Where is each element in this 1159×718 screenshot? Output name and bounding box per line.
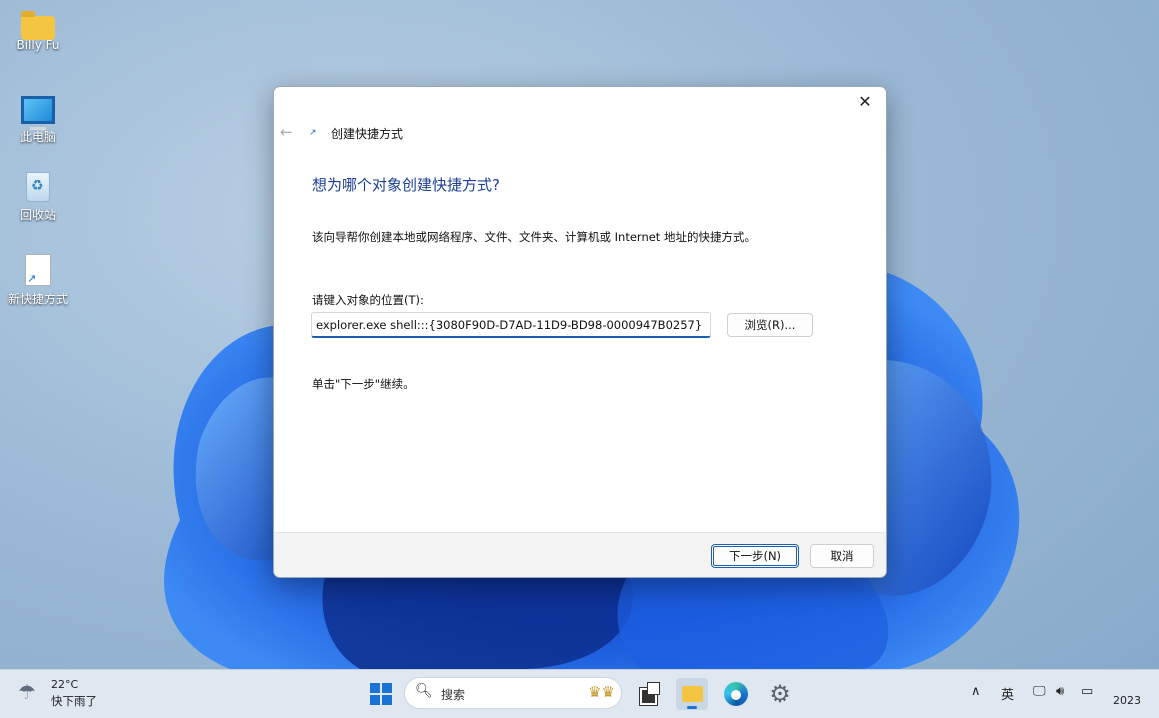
- windows-start-icon[interactable]: [365, 678, 397, 710]
- taskbar-search-box[interactable]: 🔍︎ 搜索 ♛♛: [404, 677, 622, 709]
- computer-icon: [21, 96, 55, 130]
- weather-temperature: 22°C: [51, 678, 79, 691]
- desktop-icon-user-folder[interactable]: Billy Fu: [0, 10, 76, 52]
- desktop-icon-new-shortcut[interactable]: 新快捷方式: [0, 254, 76, 307]
- desktop-icon-label: Billy Fu: [16, 38, 60, 52]
- wizard-heading: 想为哪个对象创建快捷方式?: [312, 176, 500, 194]
- shortcut-wizard-icon: ↗: [309, 128, 317, 138]
- settings-gear-icon[interactable]: ⚙: [764, 678, 796, 710]
- close-button[interactable]: ✕: [852, 91, 878, 113]
- task-view-icon[interactable]: [634, 678, 666, 710]
- dialog-footer: 下一步(N) 取消: [274, 532, 886, 577]
- location-input[interactable]: [311, 312, 711, 338]
- folder-icon: [21, 11, 55, 40]
- tray-chevron-icon[interactable]: ∧: [971, 684, 981, 699]
- recycle-bin-icon: [26, 172, 50, 202]
- clock-date[interactable]: 2023: [1113, 694, 1141, 707]
- battery-icon[interactable]: ▭: [1081, 684, 1093, 699]
- desktop-icon-this-pc[interactable]: 此电脑: [0, 92, 76, 145]
- weather-condition: 快下雨了: [51, 694, 97, 708]
- desktop-icon-label: 新快捷方式: [7, 292, 68, 306]
- cancel-button[interactable]: 取消: [810, 544, 874, 568]
- desktop-icon-recycle-bin[interactable]: 回收站: [0, 172, 76, 223]
- desktop-icon-label: 回收站: [19, 208, 56, 222]
- taskbar: ☂ 22°C 快下雨了 🔍︎ 搜索 ♛♛ ⚙ ∧ 英 🖵︎ 🔊︎ ▭ 2023: [0, 669, 1159, 718]
- shortcut-file-icon: [25, 254, 51, 286]
- search-placeholder: 搜索: [441, 688, 466, 702]
- back-arrow-icon[interactable]: ←: [280, 123, 293, 141]
- desktop-icon-label: 此电脑: [19, 130, 56, 144]
- file-explorer-icon[interactable]: [676, 678, 708, 710]
- next-button[interactable]: 下一步(N): [711, 544, 799, 568]
- search-icon: 🔍︎: [415, 683, 433, 699]
- rain-cloud-icon: ☂: [18, 680, 36, 704]
- location-label: 请键入对象的位置(T):: [312, 293, 424, 307]
- dialog-title: 创建快捷方式: [331, 127, 404, 141]
- create-shortcut-dialog: ✕ ← ↗ 创建快捷方式 想为哪个对象创建快捷方式? 该向导帮你创建本地或网络程…: [273, 86, 887, 578]
- search-highlight-icon: ♛♛: [588, 683, 615, 701]
- volume-icon[interactable]: 🔊︎: [1056, 684, 1064, 699]
- network-icon[interactable]: 🖵︎: [1033, 684, 1046, 699]
- browse-button[interactable]: 浏览(R)...: [727, 313, 813, 337]
- ime-indicator[interactable]: 英: [1001, 684, 1014, 703]
- edge-browser-icon[interactable]: [720, 678, 752, 710]
- wizard-description: 该向导帮你创建本地或网络程序、文件、文件夹、计算机或 Internet 地址的快…: [312, 230, 756, 244]
- continue-hint: 单击"下一步"继续。: [312, 377, 415, 391]
